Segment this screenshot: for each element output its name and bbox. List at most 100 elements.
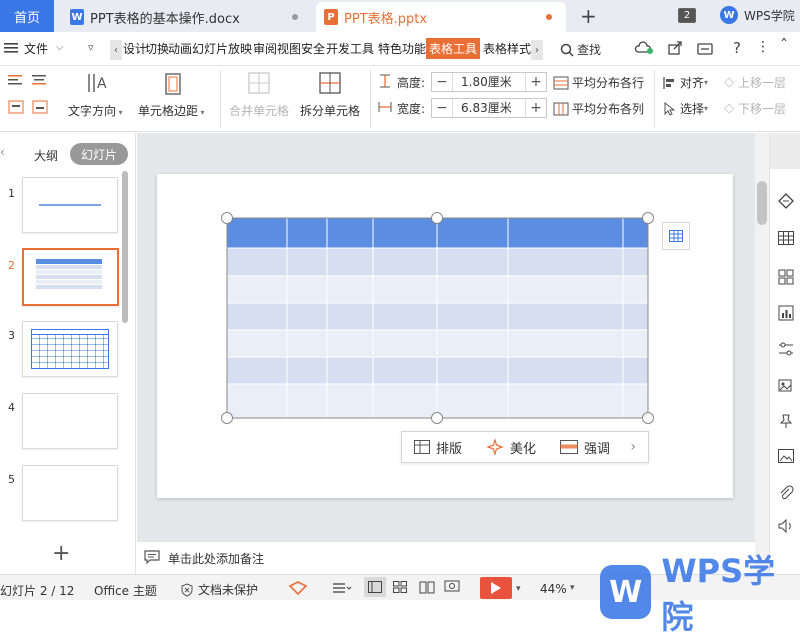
pin-icon[interactable] [777, 413, 795, 431]
window-count-badge[interactable]: 2 [678, 8, 696, 23]
slide-thumbnail-3[interactable] [22, 321, 118, 377]
reading-view-icon[interactable] [419, 580, 435, 597]
height-value[interactable]: 1.80厘米 [452, 73, 526, 91]
quick-access-dropdown-icon[interactable]: ▿ [88, 41, 94, 54]
align-top-icon[interactable] [8, 100, 24, 117]
canvas-vertical-scrollbar[interactable] [755, 133, 769, 574]
ribbon: A 文字方向 ▾ 单元格边距 ▾ 合并单元格 拆分单元格 高度: − 1.80厘… [0, 66, 800, 132]
distribute-cols-button[interactable]: 平均分布各列 [553, 100, 644, 117]
slide-thumbnail-2[interactable] [22, 248, 119, 306]
cell-margin-button[interactable]: 单元格边距 ▾ [138, 102, 205, 119]
collapse-panel-icon[interactable]: ‹ [0, 145, 5, 159]
align-middle-icon[interactable] [32, 100, 48, 117]
more-icon[interactable]: ⋮ [756, 39, 770, 55]
chevron-right-icon[interactable]: › [630, 439, 636, 455]
table-insert-icon[interactable] [777, 231, 795, 249]
table-quick-tool-button[interactable] [662, 222, 690, 250]
chart-icon[interactable] [777, 305, 795, 323]
width-value[interactable]: 6.83厘米 [452, 99, 526, 117]
menu-animation[interactable]: 动画 [168, 40, 192, 57]
image-edit-icon[interactable] [777, 377, 795, 395]
tab-slides[interactable]: 幻灯片 [70, 143, 128, 165]
wps-brand-icon[interactable] [288, 580, 308, 599]
zoom-dropdown-icon[interactable]: ▾ [570, 583, 575, 593]
merge-cells-button[interactable]: 合并单元格 [229, 102, 289, 119]
align-dropdown[interactable]: 对齐 ▾ [662, 74, 708, 91]
document-protection-button[interactable]: 文档未保护 [180, 581, 258, 598]
tab-pptx[interactable]: P PPT表格.pptx [316, 2, 566, 32]
wps-academy-link[interactable]: W WPS学院 [720, 6, 795, 24]
presenter-view-icon[interactable] [444, 579, 460, 598]
tab-docx[interactable]: W PPT表格的基本操作.docx [62, 2, 312, 32]
text-direction-button[interactable]: 文字方向 ▾ [68, 102, 123, 119]
split-cells-button[interactable]: 拆分单元格 [300, 102, 360, 119]
collab-icon[interactable] [697, 41, 713, 58]
help-icon[interactable]: ? [733, 39, 741, 57]
slide-panel-scrollbar[interactable] [122, 171, 128, 323]
notes-toggle-icon[interactable] [332, 582, 352, 597]
slide-sorter-icon[interactable] [393, 581, 407, 596]
align-left-icon[interactable] [8, 74, 24, 91]
move-up-button[interactable]: ◇ 上移一层 [724, 74, 786, 91]
picture-icon[interactable] [777, 449, 795, 467]
beautify-button[interactable]: 美化 [486, 438, 536, 457]
menu-design[interactable]: 设计 [123, 40, 147, 57]
slideshow-options-icon[interactable]: ▾ [516, 584, 521, 594]
hamburger-menu-icon[interactable] [4, 42, 18, 57]
volume-icon[interactable] [777, 518, 795, 537]
home-tab[interactable]: 首页 [0, 0, 54, 32]
tab-outline[interactable]: 大纲 [34, 147, 58, 164]
menu-developer[interactable]: 开发工具 [326, 40, 374, 57]
collapse-ribbon-icon[interactable]: ˆ [780, 36, 788, 55]
file-menu[interactable]: 文件 [24, 40, 48, 57]
slide-panel: ‹ 大纲 幻灯片 1 2 3 4 5 + [0, 133, 136, 574]
menu-view[interactable]: 视图 [277, 40, 301, 57]
search-button[interactable]: 查找 [560, 41, 601, 58]
align-center-icon[interactable] [32, 74, 48, 91]
slide-thumbnail-1[interactable] [22, 177, 118, 233]
menu-special[interactable]: 特色功能 [378, 40, 426, 57]
attachment-icon[interactable] [777, 485, 795, 503]
normal-view-button[interactable] [364, 577, 386, 597]
layout-button[interactable]: 排版 [414, 438, 462, 457]
play-slideshow-button[interactable] [480, 577, 512, 599]
wps-watermark-logo-icon: W [600, 565, 652, 619]
ribbon-scroll-left-button[interactable]: ‹ [110, 40, 122, 60]
width-decrease-button[interactable]: − [432, 99, 452, 117]
emphasize-button[interactable]: 强调 [560, 438, 610, 457]
settings-sliders-icon[interactable] [777, 341, 795, 359]
notes-placeholder[interactable]: 单击此处添加备注 [168, 550, 264, 567]
slide-thumbnail-4[interactable] [22, 393, 118, 449]
ribbon-scroll-right-button[interactable]: › [531, 40, 543, 60]
grid-layout-icon[interactable] [777, 269, 795, 287]
menu-table-tools[interactable]: 表格工具 [426, 38, 481, 59]
new-tab-button[interactable]: + [580, 6, 597, 26]
table-float-toolbar: 排版 美化 强调 › [401, 431, 649, 463]
chevron-down-icon[interactable]: ⌵ [56, 42, 64, 53]
zoom-level[interactable]: 44% [540, 582, 567, 596]
menu-slideshow[interactable]: 幻灯片放映 [192, 40, 252, 57]
move-down-button[interactable]: ◇ 下移一层 [724, 100, 786, 117]
add-slide-button[interactable]: + [52, 541, 70, 566]
shape-select-icon[interactable] [777, 193, 795, 211]
menu-transition[interactable]: 切换 [145, 40, 169, 57]
height-decrease-button[interactable]: − [432, 73, 452, 91]
word-file-icon: W [70, 9, 84, 25]
text-direction-icon: A [86, 70, 108, 99]
slide-thumbnail-5[interactable] [22, 465, 118, 521]
cloud-sync-icon[interactable] [634, 41, 654, 58]
select-dropdown[interactable]: 选择 ▾ [662, 100, 708, 117]
emphasize-label: 强调 [584, 441, 611, 457]
distribute-rows-button[interactable]: 平均分布各行 [553, 74, 644, 91]
menu-table-style[interactable]: 表格样式 [483, 40, 531, 57]
share-icon[interactable] [668, 41, 682, 58]
width-increase-button[interactable]: + [526, 99, 546, 117]
height-stepper[interactable]: − 1.80厘米 + [431, 72, 547, 92]
height-increase-button[interactable]: + [526, 73, 546, 91]
cell-margin-label: 单元格边距 [138, 104, 199, 118]
width-stepper[interactable]: − 6.83厘米 + [431, 98, 547, 118]
menu-security[interactable]: 安全 [301, 40, 325, 57]
menu-review[interactable]: 审阅 [253, 40, 277, 57]
scrollbar-thumb[interactable] [757, 181, 767, 225]
theme-name[interactable]: Office 主题 [94, 582, 157, 599]
